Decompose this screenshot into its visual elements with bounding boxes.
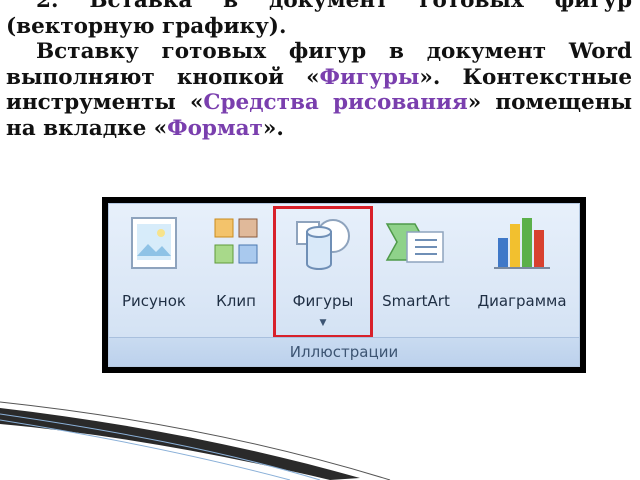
decorative-strokes: [0, 401, 391, 480]
body-text-4: ».: [262, 115, 284, 141]
smartart-button[interactable]: SmartArt: [373, 206, 459, 336]
ribbon-screenshot: Рисунок Клип Фигуры ▼ SmartArt Диаграмма…: [102, 197, 586, 373]
shapes-highlight-frame: [273, 206, 373, 338]
chart-button[interactable]: Диаграмма: [459, 206, 585, 336]
slide-heading: 2. Вставка в документ готовых фигур (век…: [6, 0, 632, 39]
picture-button-label: Рисунок: [122, 292, 186, 310]
slide-text: 2. Вставка в документ готовых фигур (век…: [6, 0, 632, 141]
chart-icon: [494, 218, 550, 269]
smartart-icon: [385, 223, 444, 263]
keyword-shapes: Фигуры: [319, 64, 420, 90]
chart-button-label: Диаграмма: [477, 292, 567, 310]
slide-body: Вставку готовых фигур в документ Word вы…: [6, 39, 632, 141]
clipart-icon: [214, 218, 258, 264]
picture-icon: [131, 217, 177, 269]
clipart-button[interactable]: Клип: [207, 206, 265, 336]
keyword-drawing-tools: Средства рисования: [203, 90, 468, 115]
picture-button[interactable]: Рисунок: [113, 206, 195, 336]
ribbon-illustrations-group: Рисунок Клип Фигуры ▼ SmartArt Диаграмма…: [108, 203, 580, 367]
smartart-button-label: SmartArt: [382, 292, 450, 310]
keyword-format: Формат: [167, 115, 263, 141]
clipart-button-label: Клип: [216, 292, 256, 310]
illustrations-group-label: Иллюстрации: [109, 337, 579, 366]
